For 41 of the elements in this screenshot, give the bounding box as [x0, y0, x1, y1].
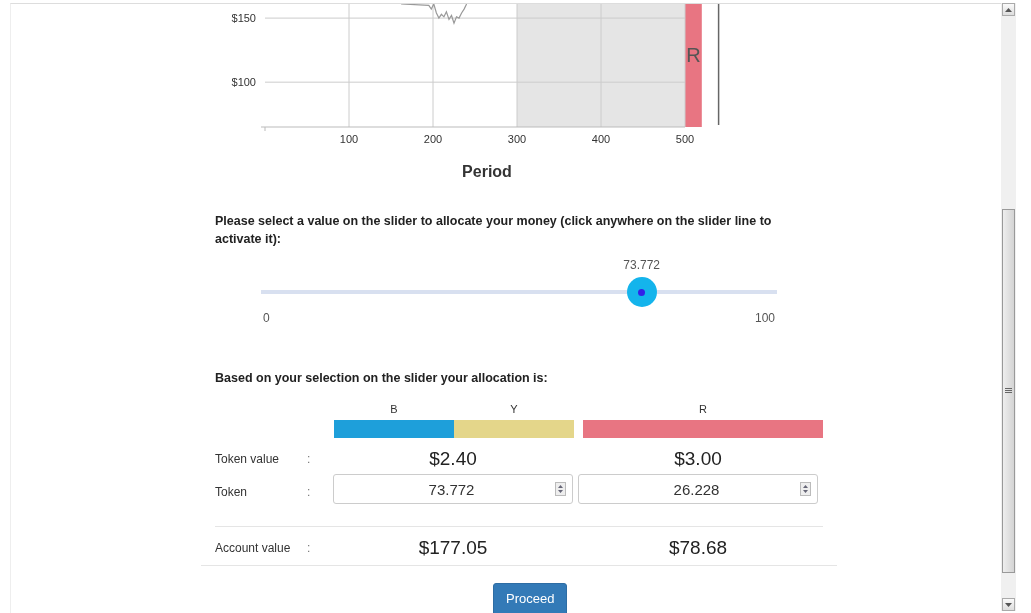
- separator: :: [307, 452, 312, 466]
- token-value: $2.40: [428, 448, 478, 470]
- separator: :: [307, 541, 312, 555]
- x-tick-label: 200: [423, 133, 443, 145]
- max-label: 100: [754, 311, 775, 325]
- scroll-up-button[interactable]: [1002, 3, 1015, 16]
- number-input[interactable]: 26.228: [578, 474, 818, 504]
- segment-label: R: [699, 403, 707, 415]
- slider-value: 73.772: [623, 258, 660, 272]
- row-label: Account value: [215, 541, 292, 555]
- x-tick-label: 100: [339, 133, 359, 145]
- min-label: 0: [263, 311, 270, 325]
- price-line: [400, 4, 468, 25]
- x-tick-label: 400: [591, 133, 611, 145]
- proceed-button[interactable]: Proceed: [493, 583, 568, 613]
- scroll-down-button[interactable]: [1002, 598, 1015, 611]
- section-heading: Based on your selection on the slider your allocation is:: [215, 371, 549, 385]
- up-arrow-icon: [1005, 7, 1012, 12]
- token-value: $3.00: [673, 448, 723, 470]
- instruction-text: Please select a value on the slider to allocate your money (click anywhere on the slider line to activate it):: [215, 213, 773, 248]
- bar-label: R: [686, 44, 701, 66]
- spinner-icon[interactable]: [800, 482, 811, 496]
- slider-thumb[interactable]: [626, 277, 657, 307]
- down-arrow-icon: [1005, 602, 1012, 607]
- spinner-icon[interactable]: [555, 482, 566, 496]
- scrollbar[interactable]: [1001, 3, 1016, 611]
- x-tick-label: 300: [507, 133, 527, 145]
- x-tick-label: 500: [675, 133, 695, 145]
- y-tick-label: $150: [231, 12, 256, 25]
- number-input[interactable]: 73.772: [333, 474, 573, 504]
- separator: :: [307, 484, 312, 499]
- y-tick-label: $100: [231, 76, 256, 89]
- account-value: $78.68: [667, 537, 729, 559]
- row-label: Token: [215, 484, 249, 499]
- axis-title: Period: [462, 163, 512, 180]
- grip-icon: [1005, 388, 1012, 394]
- scroll-thumb[interactable]: [1002, 209, 1015, 573]
- account-value: $177.05: [417, 537, 489, 559]
- segment-label: Y: [510, 403, 518, 415]
- row-label: Token value: [215, 452, 281, 466]
- segment-label: B: [390, 403, 398, 415]
